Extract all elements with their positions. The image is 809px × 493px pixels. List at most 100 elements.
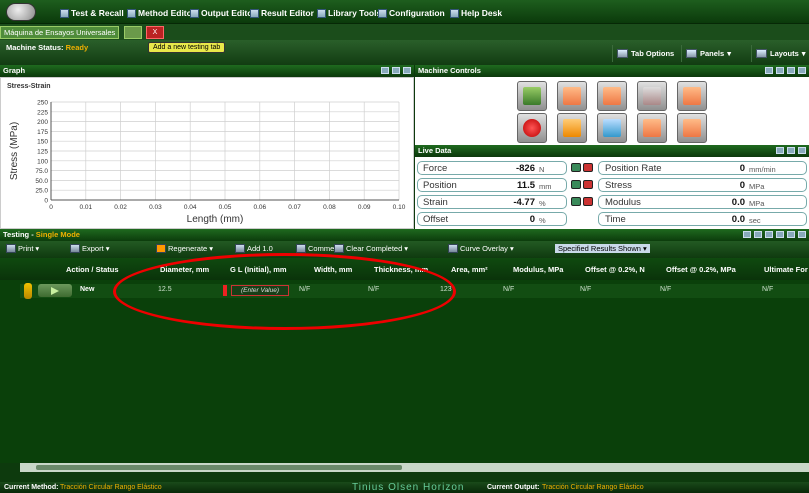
crosshead-down-button[interactable] [597,81,627,111]
tare-icon[interactable] [571,163,581,172]
zero-button[interactable] [597,113,627,143]
layouts-button[interactable]: Layouts ▾ [751,45,809,62]
status-value: Ready [65,43,89,52]
testing-mode: Single Mode [35,230,80,239]
close-tab-button[interactable]: X [146,26,164,39]
menu-output-editor[interactable]: Output Editor [190,6,256,20]
tare-icon[interactable] [571,180,581,189]
panels-icon [686,49,697,58]
menu-label: Result Editor [261,8,314,18]
column-header[interactable]: Action / Status [66,265,119,274]
settings-icon[interactable] [776,147,784,154]
reset-icon[interactable] [583,197,593,206]
readout-value: 0.0 [731,214,745,225]
tab-machine[interactable]: Máquina de Ensayos Universales [0,26,120,39]
results-shown-select[interactable]: Specified Results Shown ▾ [555,244,650,253]
readout-label: Position [423,180,457,191]
load-test-icon [523,87,541,105]
graph-area: 0 0.01 0.02 0.03 0.04 0.05 0.06 0.07 0.08 0.09 0.1… [0,77,414,229]
readout-label: Position Rate [605,163,662,174]
add-button[interactable]: Add 1.0 [235,244,273,253]
close-icon[interactable] [798,231,806,238]
x-tick-label: 0.10 [393,204,406,211]
fast-down-button[interactable] [677,113,707,143]
menu-help-desk[interactable]: Help Desk [450,6,502,20]
add-tab-icon[interactable] [124,26,142,39]
app-menu-orb[interactable] [6,3,36,21]
x-tick-label: 0.05 [219,204,232,211]
arrow-down-icon [603,87,621,105]
readout-unit: MPa [749,199,765,208]
reset-icon[interactable] [583,163,593,172]
column-header[interactable]: Offset @ 0.2%, N [585,265,645,274]
column-header[interactable]: Area, mm² [451,265,488,274]
menu-test-recall[interactable]: Test & Recall [60,6,124,20]
column-header[interactable]: Offset @ 0.2%, MPa [666,265,736,274]
load-test-button[interactable] [517,81,547,111]
cell-offset-n: N/F [580,286,592,293]
readout-label: Offset [423,214,449,225]
reset-icon[interactable] [583,180,593,189]
print-button[interactable]: Print ▾ [6,244,39,253]
tooltip: Add a new testing tab [148,42,226,53]
output-label: Current Output: [487,484,540,491]
jog-down-button[interactable] [677,81,707,111]
return-button[interactable] [557,113,587,143]
view-icon[interactable] [743,231,751,238]
view-icon[interactable] [765,231,773,238]
stop-button[interactable] [517,113,547,143]
button-label: Add 1.0 [247,244,273,253]
view-icon[interactable] [776,231,784,238]
menu-result-editor[interactable]: Result Editor [250,6,314,20]
current-method[interactable]: Tracción Circular Rango Elástico [60,482,162,493]
scrollbar-thumb[interactable] [36,465,402,470]
fast-up-button[interactable] [637,113,667,143]
y-tick-label: 250 [37,100,48,107]
close-icon[interactable] [798,147,806,154]
regenerate-button[interactable]: Regenerate ▾ [156,244,213,253]
menu-library-tools[interactable]: Library Tools [317,6,381,20]
view-icon[interactable] [787,231,795,238]
menu-configuration[interactable]: Configuration [378,6,445,20]
y-tick-label: 175 [37,129,48,136]
clear-completed-button[interactable]: Clear Completed ▾ [334,244,408,253]
view-icon[interactable] [754,231,762,238]
row-handle[interactable] [24,283,32,299]
regenerate-icon [156,244,166,253]
test-recall-icon [60,8,69,18]
y-axis-label: Stress (MPa) [9,122,20,180]
jog-up-button[interactable] [637,81,667,111]
restore-icon[interactable] [381,67,389,74]
cell-modulus: N/F [503,286,515,293]
export-button[interactable]: Export ▾ [70,244,109,253]
fast-down-icon [683,119,701,137]
panels-button[interactable]: Panels ▾ [681,45,735,62]
minimize-icon[interactable] [787,147,795,154]
menu-label: Test & Recall [71,8,124,18]
jog-up-icon [643,87,661,105]
maximize-icon[interactable] [392,67,400,74]
restore-icon[interactable] [776,67,784,74]
close-icon[interactable] [403,67,411,74]
x-tick-label: 0.07 [288,204,301,211]
live-data-area: Force -826 N Position 11.5 mm Strain -4.… [415,157,809,229]
curve-overlay-button[interactable]: Curve Overlay ▾ [448,244,514,253]
column-header[interactable]: Ultimate For [764,265,808,274]
run-test-button[interactable] [38,284,72,297]
chart-title: Stress-Strain [7,83,51,90]
tare-icon[interactable] [571,197,581,206]
crosshead-up-button[interactable] [557,81,587,111]
current-output[interactable]: Tracción Circular Rango Elástico [542,482,644,493]
readout-label: Stress [605,180,632,191]
machine-controls-area [415,77,809,145]
readout-unit: mm [539,182,552,191]
readout-label: Force [423,163,448,174]
testing-toolbar: Print ▾ Export ▾ Regenerate ▾ Add 1.0 Co… [0,241,809,258]
readout-value: -4.77 [513,197,535,208]
menu-method-editor[interactable]: Method Editor [127,6,195,20]
column-header[interactable]: Modulus, MPa [513,265,563,274]
settings-icon[interactable] [765,67,773,74]
maximize-icon[interactable] [787,67,795,74]
close-icon[interactable] [798,67,806,74]
tab-options-button[interactable]: Tab Options [612,45,678,62]
